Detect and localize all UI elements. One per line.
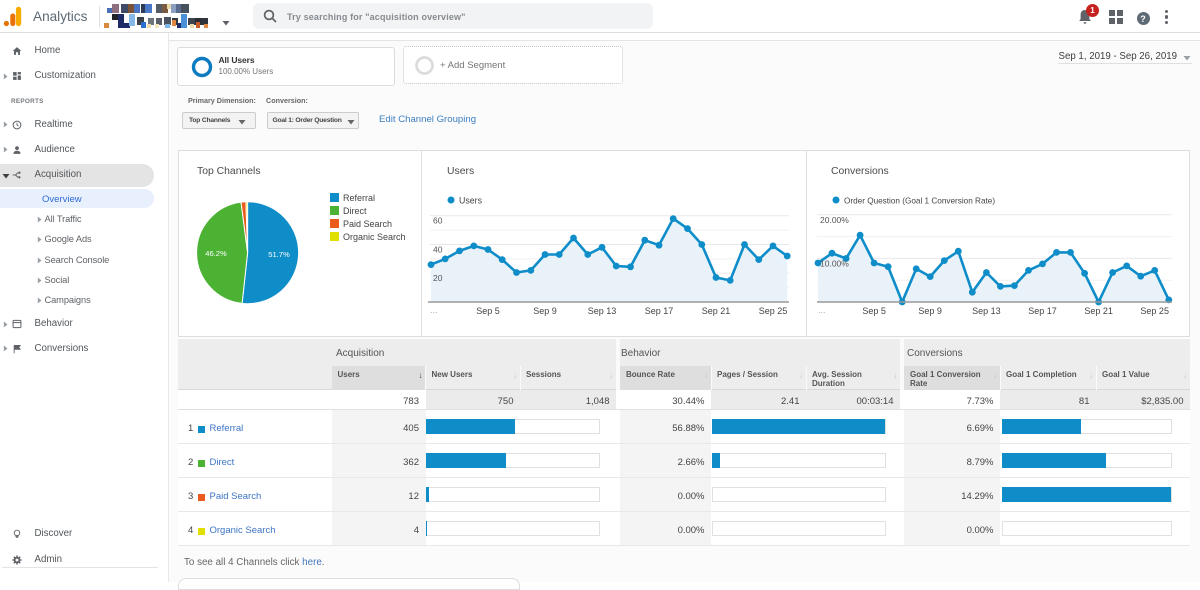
svg-text:10.00%: 10.00% [820, 258, 849, 268]
svg-text:20: 20 [433, 273, 443, 283]
svg-text:Organic Search: Organic Search [343, 232, 406, 242]
svg-text:...: ... [430, 305, 438, 315]
svg-text:Sep 21: Sep 21 [702, 306, 731, 316]
svg-text:...: ... [818, 305, 826, 315]
svg-text:Sep 13: Sep 13 [972, 306, 1001, 316]
svg-text:Conversions: Conversions [831, 166, 889, 177]
svg-text:Sep 17: Sep 17 [1028, 306, 1057, 316]
svg-text:Sep 25: Sep 25 [1140, 306, 1169, 316]
svg-text:Paid Search: Paid Search [343, 219, 392, 229]
svg-text:Sep 21: Sep 21 [1084, 306, 1113, 316]
svg-text:Sep 25: Sep 25 [759, 306, 788, 316]
svg-text:40: 40 [433, 245, 443, 255]
svg-text:Users: Users [459, 196, 483, 206]
svg-text:Sep 5: Sep 5 [862, 306, 886, 316]
svg-text:Order Question (Goal 1 Convers: Order Question (Goal 1 Conversion Rate) [844, 197, 995, 206]
svg-text:Sep 13: Sep 13 [588, 306, 617, 316]
svg-text:60: 60 [433, 216, 443, 226]
svg-text:Sep 9: Sep 9 [533, 306, 557, 316]
svg-text:51.7%: 51.7% [268, 250, 290, 259]
svg-text:46.2%: 46.2% [205, 249, 227, 258]
svg-text:Sep 17: Sep 17 [645, 306, 674, 316]
svg-text:Top Channels: Top Channels [197, 166, 261, 177]
svg-text:Referral: Referral [343, 193, 375, 203]
svg-text:Sep 5: Sep 5 [476, 306, 500, 316]
svg-text:20.00%: 20.00% [820, 215, 849, 225]
svg-text:Users: Users [447, 166, 474, 177]
svg-text:Direct: Direct [343, 206, 367, 216]
svg-text:Sep 9: Sep 9 [918, 306, 942, 316]
